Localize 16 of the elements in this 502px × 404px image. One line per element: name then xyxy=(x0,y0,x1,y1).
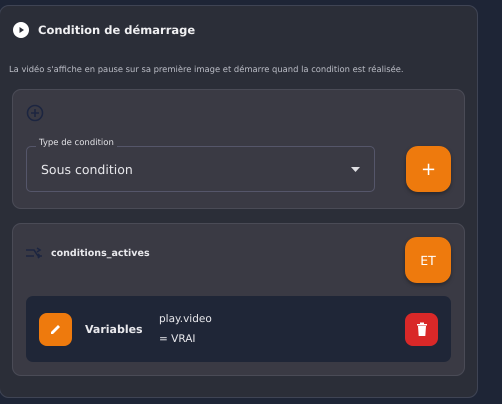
active-conditions-title: conditions_actives xyxy=(51,248,150,258)
edit-button[interactable] xyxy=(39,312,72,346)
shuffle-icon xyxy=(26,247,42,259)
section-title: Condition de démarrage xyxy=(38,23,196,37)
condition-type: Variables xyxy=(85,322,144,336)
condition-expression: = VRAI xyxy=(159,332,196,347)
dropdown-icon xyxy=(351,166,360,172)
section-description: La vidéo s'affiche en pause sur sa première image et démarre quand la condition est réalisée. xyxy=(9,64,405,74)
trash-icon xyxy=(416,322,428,336)
operator-button[interactable]: ET xyxy=(405,237,451,283)
add-button[interactable]: + xyxy=(406,146,451,192)
delete-button[interactable] xyxy=(405,312,438,346)
select-value: Sous condition xyxy=(41,162,133,176)
condition-expression: play.video xyxy=(159,312,212,327)
field-label: Type de condition xyxy=(36,138,117,148)
play-icon xyxy=(13,22,29,38)
